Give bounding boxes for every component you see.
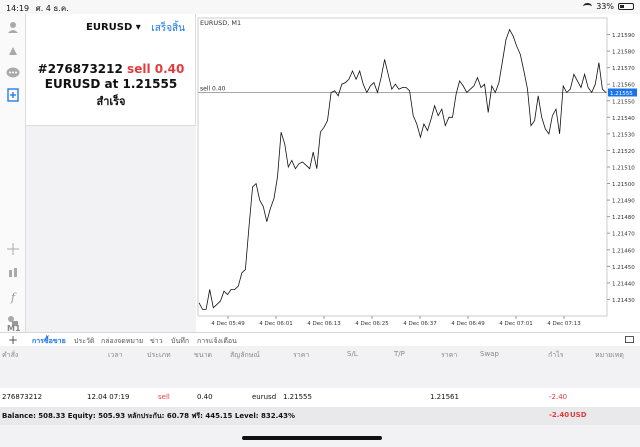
chart-title: EURUSD, M1 xyxy=(200,19,241,27)
total-profit: -2.40 xyxy=(549,411,570,419)
y-tick-label-17: 1.21510 xyxy=(612,166,635,172)
x-tick-label-0: 4 Dec 05:49 xyxy=(211,321,245,327)
chart-svg[interactable]: EURUSD, M1 1.21590 1.21580 1.21570 1.21560 1.… xyxy=(196,14,640,332)
y-tick-label-13: 1.21530 xyxy=(612,132,635,138)
total-currency: USD xyxy=(570,411,587,419)
panel-resize-icon[interactable] xyxy=(625,336,634,343)
balance-bar: Balance: 508.33 Equity: 505.93 หลักประกั… xyxy=(0,407,640,425)
col-tp: T/P xyxy=(394,350,405,358)
pair-at-label: EURUSD at xyxy=(44,77,119,91)
x-tick-label-3: 4 Dec 06:25 xyxy=(355,321,389,327)
current-price-label: 1.21555 xyxy=(610,91,633,97)
y-tick-label-25: 1.21470 xyxy=(612,232,635,238)
user-icon[interactable] xyxy=(4,18,22,36)
cell-current-price: 1.21561 xyxy=(430,393,459,401)
chevron-down-icon: ▾ xyxy=(135,22,141,33)
symbol-selector[interactable]: EURUSD ▾ xyxy=(86,22,141,33)
y-tick-label-31: 1.21440 xyxy=(612,281,635,287)
price-series-line xyxy=(198,28,607,310)
col-symbol: สัญลักษณ์ xyxy=(230,351,260,359)
y-tick-label-29: 1.21450 xyxy=(612,265,635,271)
y-tick-label-15: 1.21520 xyxy=(612,149,635,155)
x-tick-label-7: 4 Dec 07:13 xyxy=(547,321,581,327)
order-side: sell 0.40 xyxy=(127,62,185,76)
cell-time: 12.04 07:19 xyxy=(87,393,130,401)
cell-size: 0.40 xyxy=(197,393,213,401)
price-chart[interactable]: EURUSD, M1 1.21590 1.21580 1.21570 1.21560 1.… xyxy=(196,14,640,332)
signal-icon[interactable] xyxy=(4,42,22,60)
indicators-icon[interactable] xyxy=(4,264,22,282)
col-time: เวลา xyxy=(108,351,123,359)
y-tick-label-9: 1.21550 xyxy=(612,99,635,105)
y-tick-label-5: 1.21570 xyxy=(612,66,635,72)
col-current-price: ราคา xyxy=(441,351,458,359)
y-tick-label-27: 1.21460 xyxy=(612,248,635,254)
col-sl: S/L xyxy=(347,350,358,358)
order-line-label: sell 0.40 xyxy=(200,86,226,93)
cell-type: sell xyxy=(158,393,170,401)
y-tick-label-11: 1.21540 xyxy=(612,116,635,122)
order-number: #276873212 xyxy=(37,62,123,76)
status-bar: 14:19 ศ. 4 ธ.ค. 33% xyxy=(0,0,640,14)
cell-profit: -2.40 xyxy=(549,393,568,401)
bottom-tabs: + การซื้อขาย ประวัติ กล่องจดหมาย ข่าว บั… xyxy=(0,332,640,347)
y-tick-label-7: 1.21560 xyxy=(612,83,635,89)
y-tick-label-33: 1.21430 xyxy=(612,298,635,304)
add-icon[interactable]: + xyxy=(8,333,18,347)
col-price: ราคา xyxy=(293,351,310,359)
order-result-panel: EURUSD ▾ เสร็จสิ้น #276873212 sell 0.40 … xyxy=(26,14,196,126)
col-comment: หมายเหตุ xyxy=(595,351,624,359)
function-icon[interactable]: f xyxy=(4,288,22,306)
col-order: คำสั่ง xyxy=(2,351,19,359)
plot-frame xyxy=(197,17,608,317)
table-header: คำสั่ง เวลา ประเภท ขนาด สัญลักษณ์ ราคา S… xyxy=(0,346,640,362)
status-date: ศ. 4 ธ.ค. xyxy=(35,4,69,13)
x-tick-label-4: 4 Dec 06:37 xyxy=(403,321,437,327)
chat-icon[interactable] xyxy=(4,64,22,82)
crosshair-icon[interactable] xyxy=(4,240,22,258)
x-tick-label-6: 4 Dec 07:01 xyxy=(499,321,533,327)
x-tick-label-5: 4 Dec 06:49 xyxy=(451,321,485,327)
x-tick-label-2: 4 Dec 06:13 xyxy=(307,321,341,327)
status-time: 14:19 xyxy=(6,4,30,13)
y-tick-label-19: 1.21500 xyxy=(612,182,635,188)
cell-open-price: 1.21555 xyxy=(283,393,312,401)
col-swap: Swap xyxy=(480,350,499,358)
y-tick-label-23: 1.21480 xyxy=(612,215,635,221)
col-size: ขนาด xyxy=(194,351,213,359)
col-type: ประเภท xyxy=(147,351,171,359)
fill-price: 1.21555 xyxy=(122,77,178,91)
home-indicator xyxy=(242,436,382,440)
x-tick-label-1: 4 Dec 06:01 xyxy=(259,321,293,327)
done-button[interactable]: เสร็จสิ้น xyxy=(151,21,185,36)
y-tick-label-3: 1.21580 xyxy=(612,50,635,56)
table-row[interactable]: 276873212 12.04 07:19 sell 0.40 eurusd 1… xyxy=(0,388,640,408)
cell-symbol: eurusd xyxy=(252,393,277,401)
cell-order: 276873212 xyxy=(2,393,43,401)
balance-summary: Balance: 508.33 Equity: 505.93 หลักประกั… xyxy=(2,412,296,420)
y-tick-label-1: 1.21590 xyxy=(612,33,635,39)
wifi-icon xyxy=(583,3,593,10)
y-tick-label-21: 1.21490 xyxy=(612,199,635,205)
col-profit: กำไร xyxy=(548,351,564,359)
new-order-icon[interactable] xyxy=(4,86,22,104)
battery-percent: 33% xyxy=(596,2,614,11)
battery-icon xyxy=(618,3,634,10)
order-status: สำเร็จ xyxy=(96,95,126,108)
left-toolbar: f xyxy=(0,14,26,332)
